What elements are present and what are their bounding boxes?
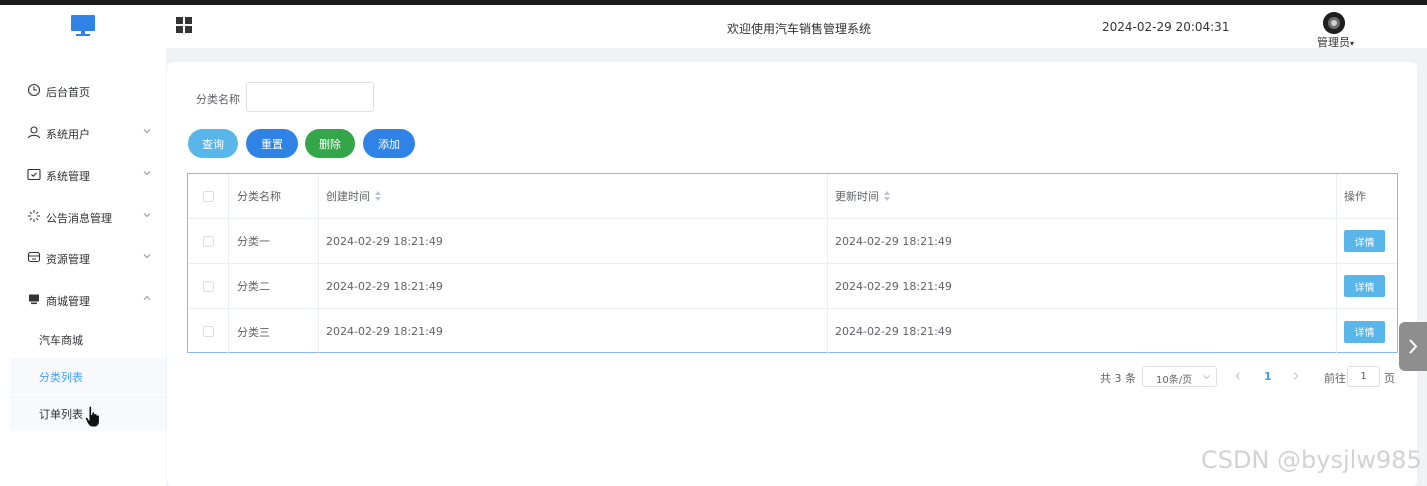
row-checkbox[interactable] <box>202 235 214 247</box>
query-button[interactable]: 查询 <box>188 129 238 158</box>
sort-icon[interactable] <box>884 191 891 201</box>
pagination-total: 共 3 条 <box>1100 372 1136 385</box>
sidebar-subitem-label: 订单列表 <box>39 408 83 421</box>
header-updated-cell[interactable]: 更新时间 <box>828 174 1337 218</box>
side-expand-button[interactable] <box>1399 322 1427 371</box>
pagination-goto-input[interactable] <box>1347 366 1380 387</box>
chevron-down-icon: ▾ <box>1350 39 1355 48</box>
reset-button[interactable]: 重置 <box>246 129 298 158</box>
chevron-down-icon <box>143 254 151 259</box>
sidebar-item-label: 后台首页 <box>46 86 90 99</box>
table-row: 分类三 2024-02-29 18:21:49 2024-02-29 18:21… <box>188 309 1397 354</box>
monitor-icon <box>29 294 39 305</box>
detail-button[interactable]: 详情 <box>1344 230 1385 252</box>
current-datetime: 2024-02-29 20:04:31 <box>1102 20 1230 34</box>
column-header-created: 创建时间 <box>326 190 370 203</box>
sidebar-item-resources[interactable]: 资源管理 <box>0 242 166 274</box>
pagination-current-page[interactable]: 1 <box>1264 370 1272 383</box>
detail-button[interactable]: 详情 <box>1344 320 1385 343</box>
monitor-logo-icon <box>71 15 95 36</box>
user-icon <box>27 126 41 139</box>
sidebar-item-label: 资源管理 <box>46 253 90 266</box>
row-updated-cell: 2024-02-29 18:21:49 <box>828 219 1337 263</box>
row-checkbox[interactable] <box>202 280 214 292</box>
sidebar-item-system-management[interactable]: 系统管理 <box>0 159 166 191</box>
header: 欢迎使用汽车销售管理系统 2024-02-29 20:04:31 管理员▾ <box>0 5 1427 50</box>
row-created-cell: 2024-02-29 18:21:49 <box>319 264 828 308</box>
sidebar-item-announcements[interactable]: 公告消息管理 <box>0 201 166 233</box>
hand-pointer-cursor-icon <box>84 405 100 428</box>
sidebar: 后台首页 系统用户 系统管理 公告消息管理 资源管理 商城管理 汽车商城 分类列… <box>0 48 166 486</box>
column-header-name: 分类名称 <box>237 190 281 203</box>
sort-icon[interactable] <box>375 191 382 201</box>
row-updated-cell: 2024-02-29 18:21:49 <box>828 309 1337 354</box>
sidebar-item-mall-management[interactable]: 商城管理 <box>0 284 166 316</box>
header-created-cell[interactable]: 创建时间 <box>319 174 828 218</box>
table-row: 分类一 2024-02-29 18:21:49 2024-02-29 18:21… <box>188 219 1397 264</box>
sidebar-item-system-users[interactable]: 系统用户 <box>0 117 166 149</box>
sidebar-subitem-car-mall[interactable]: 汽车商城 <box>10 321 166 357</box>
row-name-cell: 分类三 <box>229 309 319 354</box>
category-table: 分类名称 创建时间 更新时间 操作 分类一 2024-02-29 18:21:4… <box>187 173 1398 354</box>
sidebar-item-label: 公告消息管理 <box>46 212 112 225</box>
chevron-down-icon <box>1203 375 1210 380</box>
search-label: 分类名称 <box>196 93 240 106</box>
page-size-select[interactable]: 10条/页 <box>1142 366 1217 387</box>
pagination-goto-label: 前往 <box>1324 372 1346 385</box>
sidebar-subitem-label: 汽车商城 <box>39 334 83 347</box>
sidebar-item-label: 系统管理 <box>46 170 90 183</box>
header-name-cell: 分类名称 <box>229 174 319 218</box>
chevron-up-icon <box>143 295 151 300</box>
row-created-cell: 2024-02-29 18:21:49 <box>319 309 828 354</box>
sidebar-subitem-label: 分类列表 <box>39 371 83 384</box>
detail-button[interactable]: 详情 <box>1344 275 1385 297</box>
folder-check-icon <box>27 168 41 181</box>
column-header-updated: 更新时间 <box>835 190 879 203</box>
row-check-cell <box>188 219 229 263</box>
header-check-cell <box>188 174 229 218</box>
chevron-right-icon <box>1409 339 1418 354</box>
grid-menu-icon[interactable] <box>176 17 192 33</box>
watermark: CSDN @bysjlw985 <box>1201 446 1422 474</box>
row-operation-cell: 详情 <box>1337 264 1397 308</box>
row-operation-cell: 详情 <box>1337 309 1397 354</box>
box-icon <box>27 251 41 263</box>
page-size-value: 10条/页 <box>1156 375 1193 386</box>
row-name-cell: 分类一 <box>229 219 319 263</box>
column-header-operation: 操作 <box>1344 190 1366 203</box>
prev-page-icon[interactable] <box>1232 368 1244 384</box>
table-header-row: 分类名称 创建时间 更新时间 操作 <box>188 174 1397 219</box>
row-updated-cell: 2024-02-29 18:21:49 <box>828 264 1337 308</box>
clock-icon <box>27 83 41 97</box>
user-menu[interactable]: 管理员▾ <box>1317 34 1354 50</box>
pagination-page-suffix: 页 <box>1384 372 1395 385</box>
select-all-checkbox[interactable] <box>202 190 214 202</box>
row-checkbox[interactable] <box>202 326 214 337</box>
row-created-cell: 2024-02-29 18:21:49 <box>319 219 828 263</box>
chevron-down-icon <box>143 213 151 218</box>
sidebar-item-label: 商城管理 <box>46 295 90 308</box>
row-name-cell: 分类二 <box>229 264 319 308</box>
next-page-icon[interactable] <box>1290 368 1302 384</box>
chevron-down-icon <box>143 129 151 134</box>
row-check-cell <box>188 309 229 354</box>
category-name-input[interactable] <box>246 82 374 112</box>
user-label: 管理员 <box>1317 36 1350 49</box>
header-operation-cell: 操作 <box>1337 174 1397 218</box>
row-operation-cell: 详情 <box>1337 219 1397 263</box>
table-row: 分类二 2024-02-29 18:21:49 2024-02-29 18:21… <box>188 264 1397 309</box>
sidebar-subitem-category-list[interactable]: 分类列表 <box>10 358 166 394</box>
chevron-down-icon <box>143 171 151 176</box>
app-title: 欢迎使用汽车销售管理系统 <box>727 22 872 36</box>
sidebar-item-label: 系统用户 <box>46 128 90 141</box>
avatar[interactable] <box>1323 12 1345 34</box>
sun-burst-icon <box>28 210 40 222</box>
delete-button[interactable]: 删除 <box>305 129 355 158</box>
add-button[interactable]: 添加 <box>363 129 415 158</box>
sidebar-item-dashboard[interactable]: 后台首页 <box>0 75 166 107</box>
row-check-cell <box>188 264 229 308</box>
